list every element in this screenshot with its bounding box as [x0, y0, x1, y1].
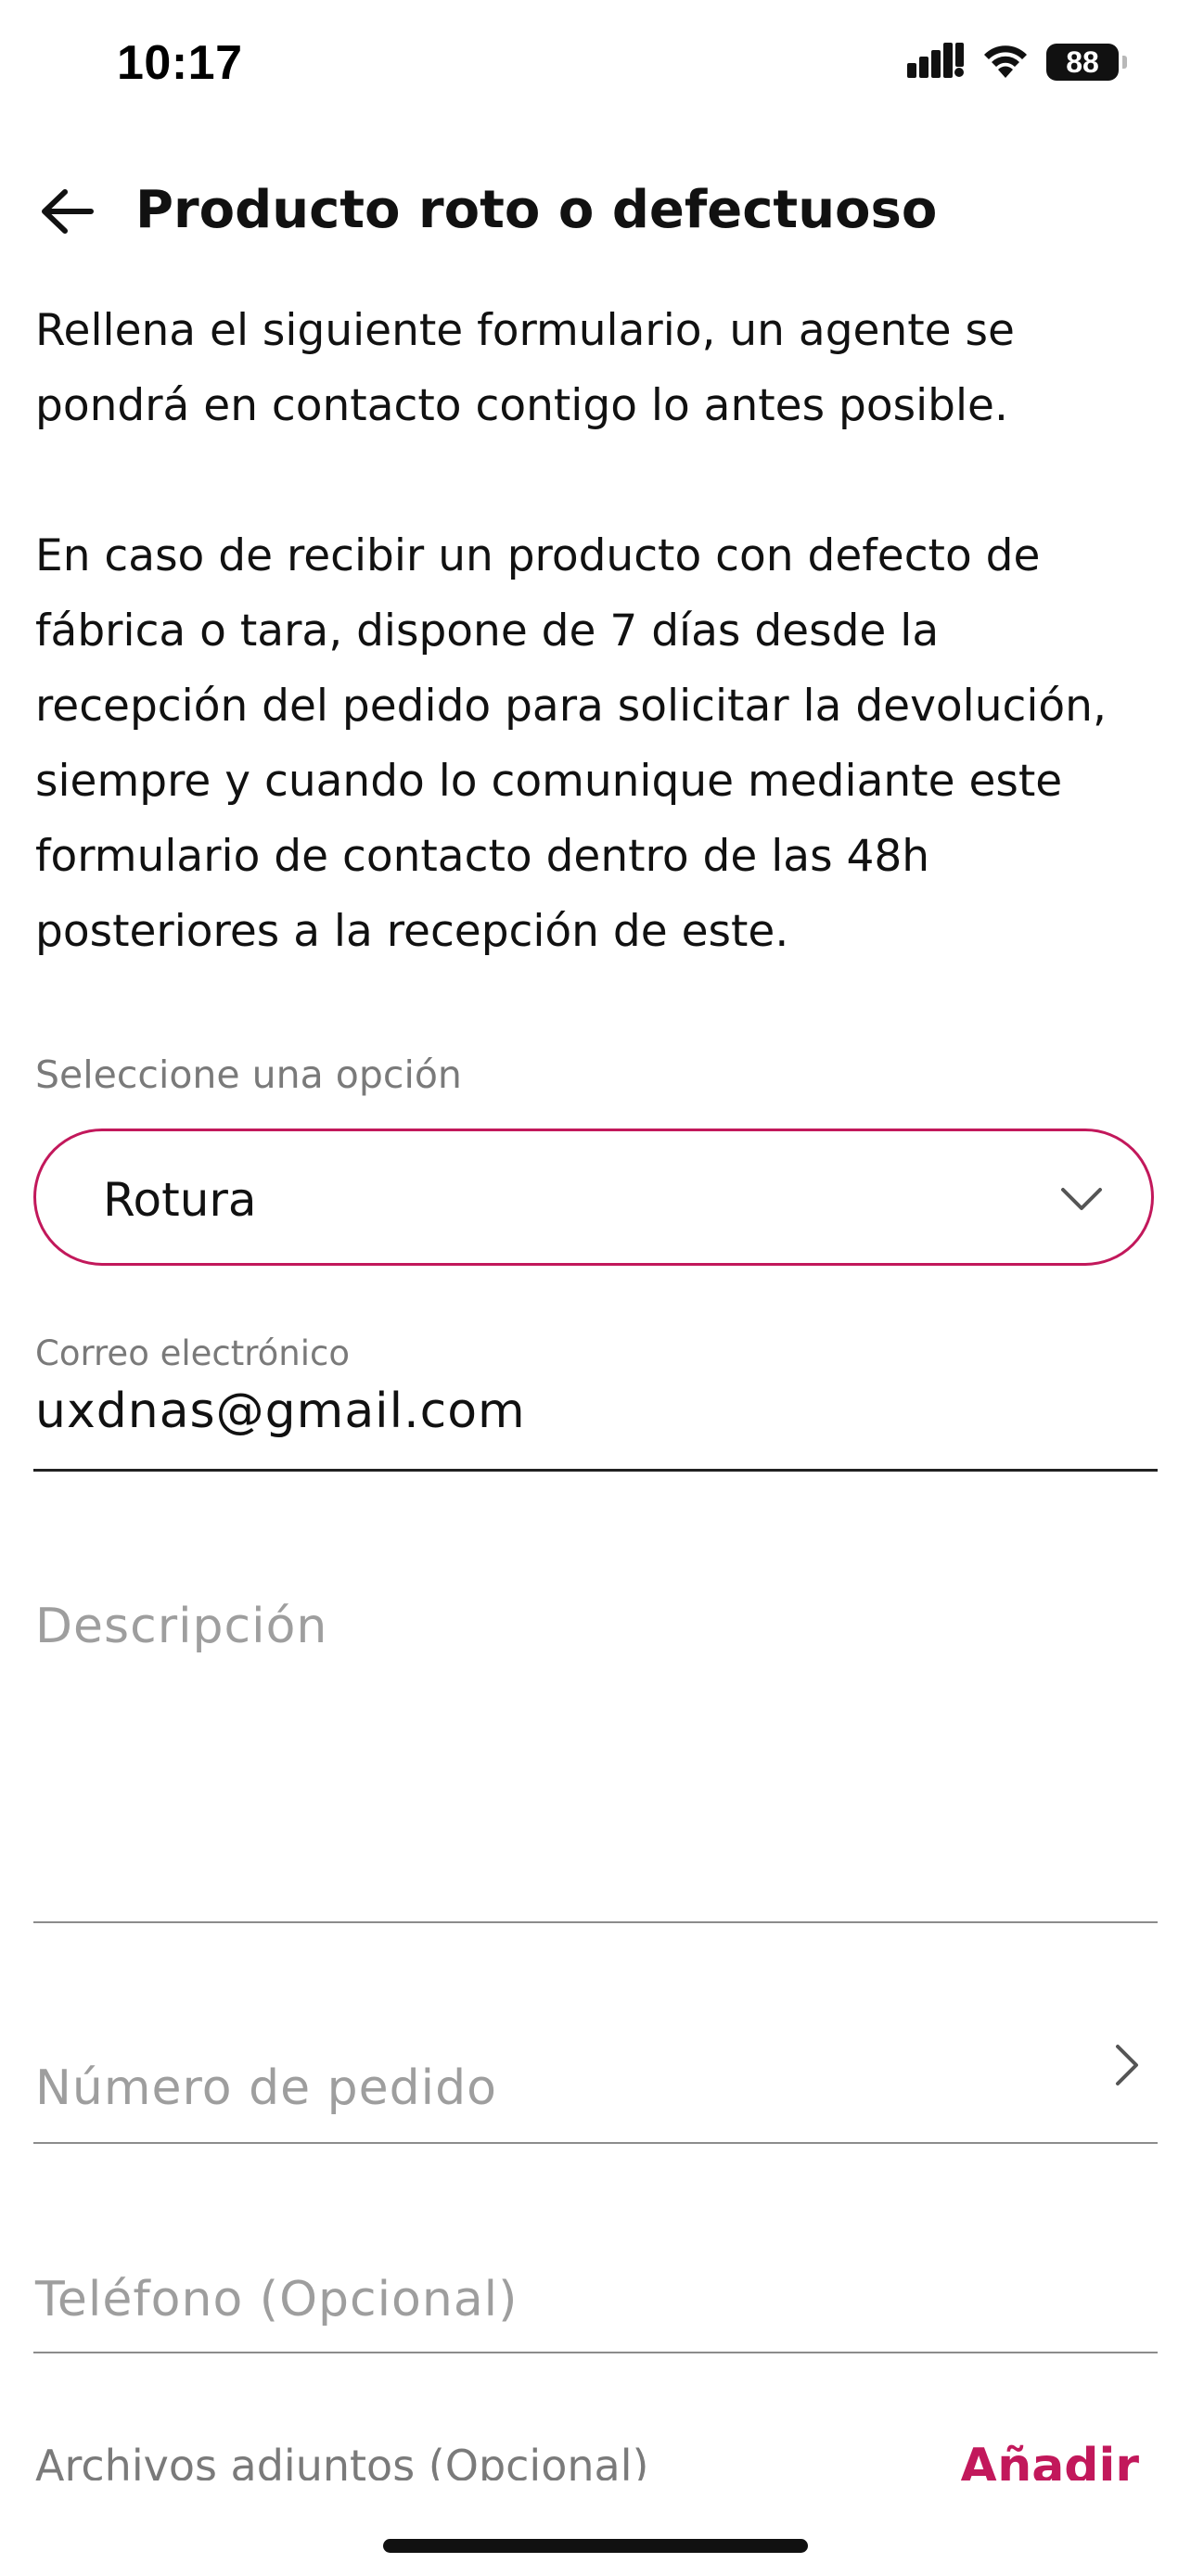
- chevron-down-icon: [1061, 1188, 1102, 1210]
- status-bar: 10:17 88: [0, 0, 1191, 139]
- arrow-left-icon: [42, 189, 94, 234]
- description-placeholder: Descripción: [35, 1599, 328, 1654]
- status-icons: 88: [907, 43, 1127, 82]
- page-title: Producto roto o defectuoso: [135, 180, 938, 240]
- home-indicator[interactable]: [383, 2539, 808, 2553]
- wifi-icon: [981, 43, 1030, 82]
- email-value: uxdnas@gmail.com: [35, 1384, 526, 1439]
- header: Producto roto o defectuoso: [0, 167, 1191, 250]
- battery-level: 88: [1066, 45, 1099, 79]
- status-time: 10:17: [117, 36, 243, 90]
- intro-text: Rellena el siguiente formulario, un agen…: [35, 293, 1163, 969]
- description-field[interactable]: Descripción: [33, 1576, 1158, 1923]
- chevron-right-icon: [1116, 2045, 1138, 2085]
- attachments-label: Archivos adjuntos (Opcional): [35, 2441, 649, 2480]
- add-attachment-button[interactable]: Añadir: [960, 2439, 1139, 2480]
- email-label: Correo electrónico: [35, 1333, 350, 1373]
- order-number-field[interactable]: Número de pedido: [33, 2003, 1158, 2144]
- phone-field[interactable]: Teléfono (Opcional): [33, 2225, 1158, 2353]
- policy-paragraph: En caso de recibir un producto con defec…: [35, 530, 1107, 957]
- email-field[interactable]: uxdnas@gmail.com: [33, 1380, 1158, 1472]
- back-button[interactable]: [33, 178, 100, 245]
- order-number-placeholder: Número de pedido: [35, 2060, 497, 2116]
- option-select-label: Seleccione una opción: [35, 1052, 462, 1097]
- battery-icon: 88: [1046, 44, 1127, 81]
- option-select-value: Rotura: [103, 1173, 257, 1227]
- attachments-row: Archivos adjuntos (Opcional) Añadir: [33, 2439, 1158, 2480]
- phone-placeholder: Teléfono (Opcional): [35, 2272, 519, 2327]
- intro-paragraph: Rellena el siguiente formulario, un agen…: [35, 305, 1015, 431]
- option-select[interactable]: Rotura: [33, 1129, 1154, 1266]
- cellular-signal-icon: [907, 43, 965, 82]
